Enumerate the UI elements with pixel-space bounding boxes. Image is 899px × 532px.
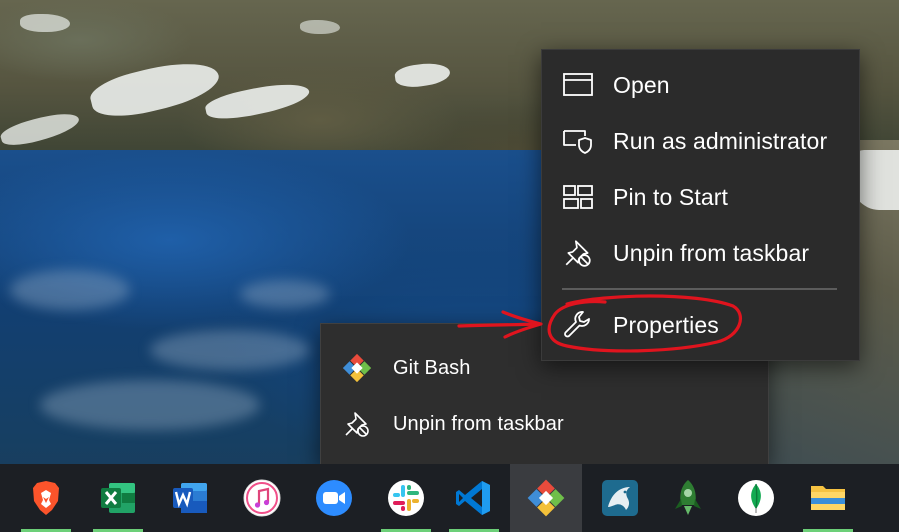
taskbar-app-robo3t[interactable] (652, 464, 724, 532)
annotation-arrow-shaft (457, 322, 539, 328)
pin-to-start-icon (562, 181, 594, 213)
mongodb-icon (738, 480, 774, 516)
menu-item-pin-to-start[interactable]: Pin to Start (542, 169, 859, 225)
slack-icon (388, 480, 424, 516)
jump-list-item-label: Unpin from taskbar (393, 412, 564, 435)
taskbar-app-zoom[interactable] (298, 464, 370, 532)
taskbar-app-git-bash[interactable] (510, 464, 582, 532)
menu-item-label: Unpin from taskbar (613, 239, 810, 266)
taskbar-app-slack[interactable] (370, 464, 442, 532)
menu-item-label: Open (613, 71, 670, 98)
unpin-icon (562, 237, 594, 269)
git-icon (341, 352, 373, 384)
taskbar (0, 464, 899, 532)
menu-item-run-as-administrator[interactable]: Run as administrator (542, 113, 859, 169)
jump-list-item-unpin[interactable]: Unpin from taskbar (321, 396, 768, 452)
taskbar-app-mongodb[interactable] (720, 464, 792, 532)
excel-icon (101, 483, 135, 513)
taskbar-app-file-explorer[interactable] (792, 464, 864, 532)
taskbar-app-word[interactable] (154, 464, 226, 532)
menu-item-label: Pin to Start (613, 183, 728, 210)
zoom-icon (316, 480, 352, 516)
word-icon (173, 483, 207, 513)
shield-icon (562, 125, 594, 157)
taskbar-app-mysql[interactable] (584, 464, 656, 532)
window-icon (562, 69, 594, 101)
menu-item-label: Run as administrator (613, 127, 828, 154)
robo3t-icon (675, 480, 701, 515)
taskbar-app-itunes[interactable] (226, 464, 298, 532)
menu-item-unpin-from-taskbar[interactable]: Unpin from taskbar (542, 225, 859, 281)
taskbar-app-vscode[interactable] (438, 464, 510, 532)
brave-icon (33, 481, 59, 515)
unpin-icon (341, 408, 373, 440)
git-icon (527, 479, 565, 517)
taskbar-app-brave[interactable] (10, 464, 82, 532)
mysql-icon (602, 480, 638, 516)
itunes-icon (243, 479, 281, 517)
annotation-highlight (457, 294, 743, 353)
annotation-circle (547, 294, 743, 353)
vscode-icon (456, 481, 490, 515)
folder-icon (811, 486, 845, 510)
taskbar-app-excel[interactable] (82, 464, 154, 532)
menu-item-open[interactable]: Open (542, 57, 859, 113)
